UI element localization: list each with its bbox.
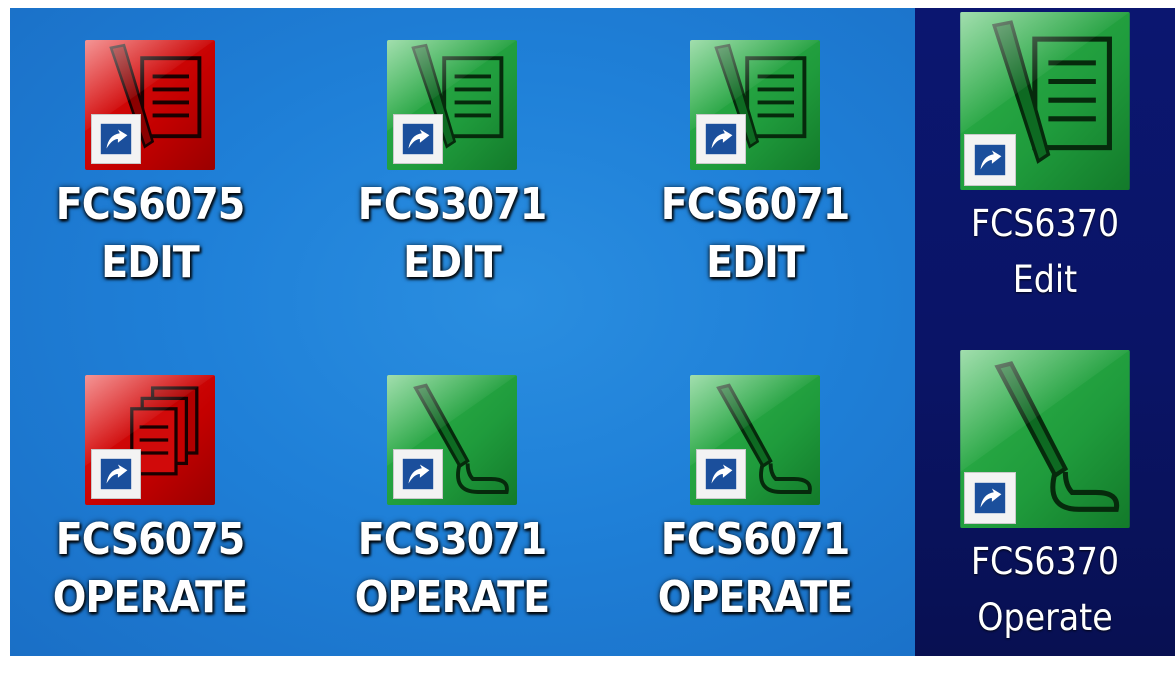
desktop-icon-fcs6370-edit[interactable]: FCS6370 Edit — [930, 12, 1160, 312]
shortcut-arrow-icon — [393, 449, 443, 499]
shortcut-arrow-icon — [393, 114, 443, 164]
shortcut-arrow-icon — [91, 449, 141, 499]
desktop-icon-fcs3071-edit[interactable]: FCS3071 EDIT — [337, 40, 567, 340]
icon-label: FCS6071 EDIT — [660, 179, 851, 288]
icon-label: FCS6075 OPERATE — [52, 514, 248, 623]
shortcut-arrow-icon — [696, 114, 746, 164]
icon-label: FCS3071 EDIT — [357, 179, 548, 288]
icon-label: FCS6370 Edit — [970, 202, 1120, 301]
desktop-icon-fcs6071-edit[interactable]: FCS6071 EDIT — [640, 40, 870, 340]
icon-label: FCS6071 OPERATE — [657, 514, 853, 623]
desktop-icon-fcs6071-operate[interactable]: FCS6071 OPERATE — [640, 375, 870, 675]
red-documents-icon — [85, 375, 215, 505]
microphone-icon — [960, 350, 1130, 528]
icon-label: FCS6075 EDIT — [55, 179, 246, 288]
desktop-icon-fcs6370-operate[interactable]: FCS6370 Operate — [930, 350, 1160, 650]
shortcut-arrow-icon — [91, 114, 141, 164]
shortcut-arrow-icon — [964, 134, 1016, 186]
shortcut-arrow-icon — [964, 472, 1016, 524]
microphone-icon — [690, 375, 820, 505]
desktop-icon-fcs3071-operate[interactable]: FCS3071 OPERATE — [337, 375, 567, 675]
icon-label: FCS6370 Operate — [970, 540, 1120, 639]
document-pen-icon — [387, 40, 517, 170]
red-document-pen-icon — [85, 40, 215, 170]
desktop-icon-fcs6075-operate[interactable]: FCS6075 OPERATE — [35, 375, 265, 675]
desktop-icon-fcs6075-edit[interactable]: FCS6075 EDIT — [35, 40, 265, 340]
icon-label: FCS3071 OPERATE — [354, 514, 550, 623]
microphone-icon — [387, 375, 517, 505]
document-pen-icon — [960, 12, 1130, 190]
document-pen-icon — [690, 40, 820, 170]
shortcut-arrow-icon — [696, 449, 746, 499]
